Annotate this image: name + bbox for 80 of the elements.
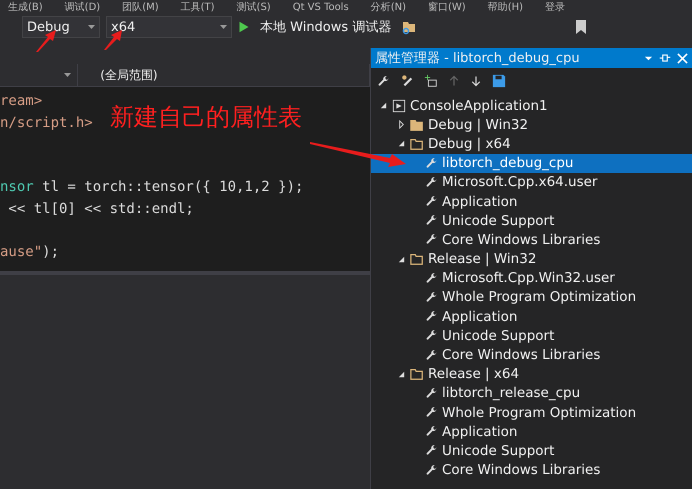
caret-icon [220,25,227,29]
expand-arrow-icon[interactable] [397,120,406,130]
folder-icon [410,367,424,382]
tree-item[interactable]: libtorch_release_cpu [371,384,692,403]
tree-item[interactable]: Microsoft.Cpp.x64.user [371,172,692,192]
wrench-icon [425,425,438,438]
wrench-icon [425,310,438,324]
tree-item[interactable]: Unicode Support [371,326,692,346]
tree-item[interactable]: Application [371,422,692,442]
menu-item[interactable]: 分析(N) [370,0,406,14]
menu-item[interactable]: Qt VS Tools [292,2,349,12]
tree-item[interactable]: Microsoft.Cpp.Win32.user [371,268,692,288]
tree-item[interactable]: Core Windows Libraries [371,345,692,365]
folder-search-icon[interactable] [401,19,418,35]
caret-icon [88,25,95,29]
project-icon [392,98,406,113]
close-icon[interactable] [677,52,688,64]
up-arrow-icon[interactable] [448,75,460,87]
wrench-icon [425,444,438,458]
wrench-icon [425,329,438,342]
wrench-icon [425,233,438,246]
tree-item[interactable]: Application [371,192,692,212]
code-line: nsor tl = torch::tensor({ 10,1,2 }); [0,178,304,197]
wrench-icon [425,214,438,228]
pin-icon[interactable] [659,52,671,64]
wrench-icon [425,176,438,189]
tree-item[interactable]: Core Windows Libraries [371,230,692,250]
tree-item[interactable]: ConsoleApplication1 [371,96,692,116]
menu-item[interactable]: 调试(D) [64,0,100,14]
run-debugger-button[interactable]: 本地 Windows 调试器 [256,18,396,36]
code-line: << tl[0] << std::endl; [7,200,194,218]
caret-icon[interactable] [644,54,653,62]
menu-item[interactable]: 窗口(W) [428,0,466,14]
menu-item[interactable]: 工具(T) [180,0,215,14]
code-line: ause"); [0,242,60,262]
tree-item[interactable]: Whole Program Optimization [371,288,692,308]
tree-item[interactable]: Unicode Support [371,441,692,461]
save-icon[interactable] [492,74,506,88]
configuration-dropdown[interactable]: Debug [22,16,100,38]
tree-item[interactable]: Application [371,307,692,326]
add-sheet-icon[interactable] [424,74,438,88]
tree-item[interactable]: libtorch_debug_cpu [371,154,692,173]
collapse-arrow-icon[interactable] [397,370,406,379]
tree-item[interactable]: Debug | Win32 [371,115,692,134]
menu-item[interactable]: 团队(M) [122,0,159,14]
wrench-icon [377,74,390,88]
wrench-icon [425,464,438,477]
code-line: ream> [0,92,42,111]
wrench-icon [425,195,438,208]
tree-item[interactable]: Release | Win32 [371,250,692,269]
panel-title: 属性管理器 - libtorch_debug_cpu [375,50,580,67]
caret-icon [64,73,72,77]
folder-icon [410,118,424,132]
tree-item[interactable]: Whole Program Optimization [371,403,692,422]
annotation-text: 新建自己的属性表 [110,102,302,133]
code-line: n/script.h> [0,114,93,132]
wrench-icon [425,156,438,170]
platform-dropdown[interactable]: x64 [106,16,232,38]
tree-item[interactable]: Core Windows Libraries [371,460,692,480]
annotation-arrow [104,30,122,50]
wrench-icon [425,406,438,420]
wrench-icon [425,386,438,400]
collapse-arrow-icon[interactable] [397,254,406,264]
folder-icon [410,136,424,151]
down-arrow-icon[interactable] [470,75,482,87]
tree-item[interactable]: Unicode Support [371,211,692,230]
wrench-icon [425,348,438,362]
code-editor[interactable]: ream> n/script.h> nsor tl = torch::tensor({ 10,1,2 }); << tl[0] << std::endl; ause"); 新建自己的属性表 [0,87,370,271]
collapse-arrow-icon[interactable] [379,101,388,110]
folder-icon [410,252,424,266]
tree-item[interactable]: Release | x64 [371,364,692,384]
menu-item[interactable]: 登录 [545,0,566,14]
collapse-arrow-icon[interactable] [397,139,406,148]
tree-item[interactable]: Debug | x64 [371,134,692,154]
wrench-icon [425,290,438,304]
menu-item[interactable]: 帮助(H) [488,0,524,14]
wrench-icon [425,272,438,285]
play-icon[interactable] [238,20,250,34]
menu-item[interactable]: 测试(S) [236,0,271,14]
menu-item[interactable]: 生成(B) [8,0,43,14]
